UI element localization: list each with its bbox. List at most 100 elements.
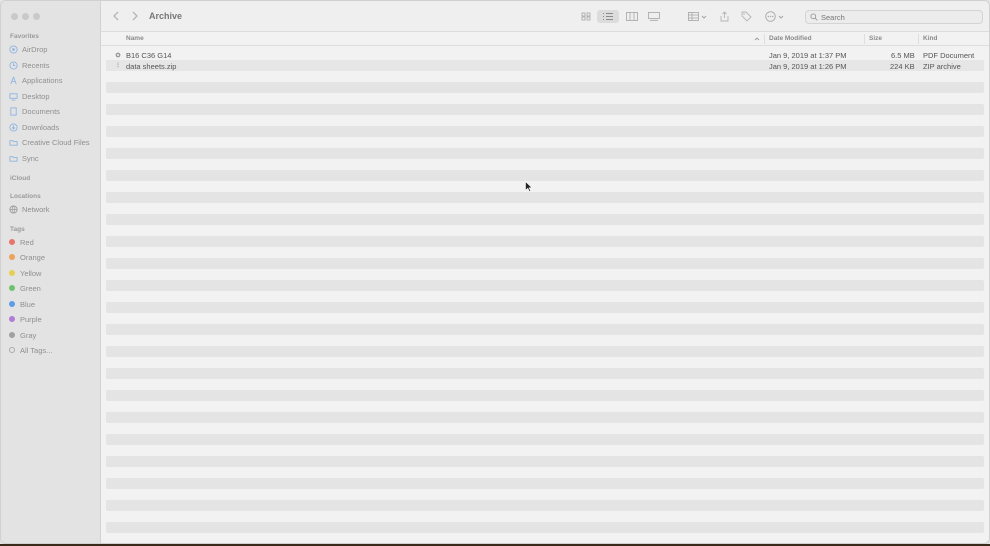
action-button[interactable]: [762, 10, 786, 23]
folder-icon: [9, 155, 18, 162]
sidebar-item-documents[interactable]: Documents: [9, 104, 60, 118]
sidebar-item-applications[interactable]: Applications: [9, 73, 62, 87]
globe-icon: [9, 204, 18, 214]
empty-row: [106, 192, 984, 203]
sidebar-item-all-tags[interactable]: All Tags...: [9, 343, 52, 357]
empty-row: [106, 126, 984, 137]
icloud-header[interactable]: iCloud: [10, 175, 30, 182]
file-name: B16 C36 G14: [126, 50, 172, 60]
file-row[interactable]: data sheets.zip Jan 9, 2019 at 1:26 PM 2…: [106, 60, 984, 71]
toolbar: Archive: [101, 1, 989, 32]
chevron-left-icon: [113, 11, 119, 21]
pdf-file-icon: [115, 52, 121, 57]
sidebar-item-tag-gray[interactable]: Gray: [9, 328, 36, 342]
sidebar-item-label: Network: [22, 204, 50, 214]
airdrop-icon: [9, 44, 18, 54]
sort-chevron-icon[interactable]: [754, 36, 760, 41]
zoom-button[interactable]: [33, 13, 40, 20]
sidebar-item-network[interactable]: Network: [9, 202, 50, 216]
chevron-down-icon: [778, 15, 783, 19]
column-kind[interactable]: Kind: [923, 35, 937, 42]
sidebar-item-label: AirDrop: [22, 44, 48, 54]
sidebar-item-label: Creative Cloud Files: [22, 137, 90, 147]
sidebar-item-label: Downloads: [22, 122, 60, 132]
columns-icon: [626, 12, 638, 21]
empty-row: [106, 390, 984, 401]
column-divider[interactable]: [864, 34, 865, 44]
purple-tag-icon: [9, 316, 15, 322]
tag-icon: [741, 11, 752, 22]
icon-view-button[interactable]: [579, 10, 593, 23]
file-kind: PDF Document: [923, 50, 975, 60]
forward-button[interactable]: [130, 11, 140, 23]
column-divider[interactable]: [764, 34, 765, 44]
finder-window: Favorites AirDrop Recents Applications D…: [0, 0, 990, 544]
empty-row: [106, 368, 984, 379]
close-button[interactable]: [11, 13, 18, 20]
sidebar-item-desktop[interactable]: Desktop: [9, 89, 50, 103]
share-icon: [720, 11, 728, 22]
sidebar-item-tag-blue[interactable]: Blue: [9, 297, 35, 311]
empty-row: [106, 214, 984, 225]
empty-row: [106, 148, 984, 159]
clock-icon: [9, 60, 18, 70]
search-input[interactable]: [821, 12, 971, 22]
sidebar-item-tag-purple[interactable]: Purple: [9, 312, 42, 326]
column-divider[interactable]: [918, 34, 919, 44]
sidebar-item-label: Green: [20, 283, 41, 293]
list-view-button[interactable]: [597, 10, 619, 23]
empty-row: [106, 478, 984, 489]
file-size: 224 KB: [890, 61, 915, 71]
sidebar-item-downloads[interactable]: Downloads: [9, 120, 59, 134]
empty-row: [106, 346, 984, 357]
empty-row: [106, 302, 984, 313]
column-name[interactable]: Name: [126, 35, 144, 42]
sidebar: Favorites AirDrop Recents Applications D…: [1, 1, 101, 543]
file-list: Name Date Modified Size Kind B16 C36 G14…: [101, 32, 989, 543]
empty-row: [106, 324, 984, 335]
sidebar-item-label: Sync: [22, 153, 39, 163]
chevron-down-icon: [701, 15, 706, 19]
window-title: Archive: [149, 11, 183, 21]
sidebar-item-label: Applications: [22, 75, 63, 85]
sidebar-item-label: Red: [20, 237, 34, 247]
empty-row: [106, 258, 984, 269]
column-header: Name Date Modified Size Kind: [101, 32, 989, 46]
back-button[interactable]: [111, 11, 121, 23]
red-tag-icon: [9, 239, 15, 245]
file-row[interactable]: B16 C36 G14 Jan 9, 2019 at 1:37 PM 6.5 M…: [106, 49, 984, 60]
folder-icon: [9, 139, 18, 146]
tags-header: Tags: [10, 226, 25, 233]
column-view-button[interactable]: [624, 10, 640, 23]
download-icon: [9, 122, 18, 132]
sidebar-item-airdrop[interactable]: AirDrop: [9, 42, 47, 56]
tag-button[interactable]: [739, 10, 753, 23]
empty-row: [106, 522, 984, 533]
file-size: 6.5 MB: [891, 50, 915, 60]
sidebar-item-tag-red[interactable]: Red: [9, 235, 34, 249]
minimize-button[interactable]: [22, 13, 29, 20]
list-icon: [603, 13, 613, 20]
sidebar-item-creative-cloud-files[interactable]: Creative Cloud Files: [9, 135, 90, 149]
empty-row: [106, 412, 984, 423]
empty-row: [106, 280, 984, 291]
sidebar-item-tag-green[interactable]: Green: [9, 281, 41, 295]
sidebar-item-tag-orange[interactable]: Orange: [9, 250, 45, 264]
column-date-modified[interactable]: Date Modified: [769, 35, 812, 42]
gallery-view-button[interactable]: [646, 10, 662, 23]
file-rows: B16 C36 G14 Jan 9, 2019 at 1:37 PM 6.5 M…: [106, 49, 984, 71]
group-button[interactable]: [686, 10, 708, 23]
sidebar-item-sync[interactable]: Sync: [9, 151, 39, 165]
sidebar-item-label: Purple: [20, 314, 42, 324]
search-field[interactable]: [805, 10, 983, 24]
file-kind: ZIP archive: [923, 61, 961, 71]
column-size[interactable]: Size: [869, 35, 882, 42]
window-controls: [11, 13, 40, 20]
share-button[interactable]: [718, 10, 730, 23]
orange-tag-icon: [9, 254, 15, 260]
sidebar-item-label: Blue: [20, 299, 36, 309]
all-tags-icon: [9, 347, 15, 353]
sidebar-item-tag-yellow[interactable]: Yellow: [9, 266, 41, 280]
sidebar-item-recents[interactable]: Recents: [9, 58, 50, 72]
applications-icon: [10, 76, 17, 84]
